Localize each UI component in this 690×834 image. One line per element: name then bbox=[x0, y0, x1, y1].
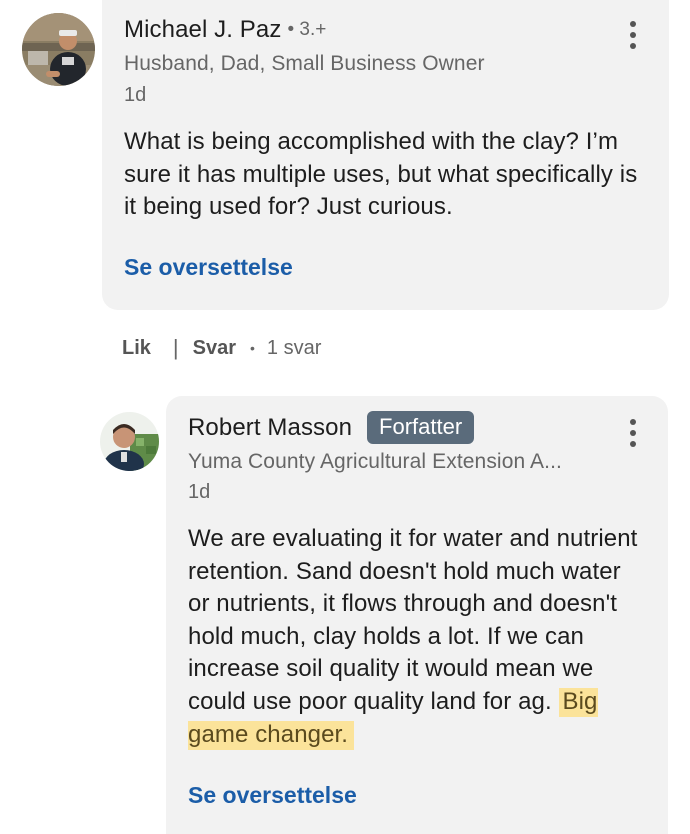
reply-button[interactable]: Svar bbox=[193, 337, 236, 360]
more-vertical-icon[interactable] bbox=[621, 413, 645, 453]
divider: | bbox=[172, 335, 179, 360]
comment-body: What is being accomplished with the clay… bbox=[124, 128, 638, 221]
reply-body-text: We are evaluating it for water and nutri… bbox=[188, 525, 638, 715]
comment-actions: Lik | Svar • 1 svar bbox=[122, 335, 321, 361]
author-name[interactable]: Michael J. Paz bbox=[124, 16, 281, 44]
author-headline: Husband, Dad, Small Business Owner bbox=[124, 52, 485, 75]
author-badge: Forfatter bbox=[367, 411, 475, 444]
connection-degree: • 3.+ bbox=[287, 19, 327, 40]
reply-body: We are evaluating it for water and nutri… bbox=[188, 523, 644, 751]
profile-photo-icon bbox=[100, 412, 159, 471]
comment-time: 1d bbox=[124, 84, 147, 106]
more-vertical-icon[interactable] bbox=[621, 15, 645, 55]
author-headline: Yuma County Agricultural Extension A... bbox=[188, 450, 562, 473]
avatar[interactable] bbox=[100, 412, 159, 471]
dot-separator: • bbox=[250, 340, 255, 356]
comments-thread: Michael J. Paz • 3.+ Husband, Dad, Small… bbox=[0, 0, 690, 834]
reply-time: 1d bbox=[188, 481, 211, 503]
comment-author-row: Michael J. Paz • 3.+ bbox=[124, 16, 326, 44]
see-translation-link[interactable]: Se oversettelse bbox=[124, 254, 293, 281]
avatar[interactable] bbox=[22, 13, 95, 86]
like-button[interactable]: Lik bbox=[122, 337, 151, 360]
reply-count[interactable]: 1 svar bbox=[267, 337, 321, 360]
reply-author-row: Robert Masson Forfatter bbox=[188, 411, 475, 444]
see-translation-link[interactable]: Se oversettelse bbox=[188, 782, 357, 809]
profile-photo-icon bbox=[22, 13, 95, 86]
author-name[interactable]: Robert Masson bbox=[188, 414, 352, 442]
